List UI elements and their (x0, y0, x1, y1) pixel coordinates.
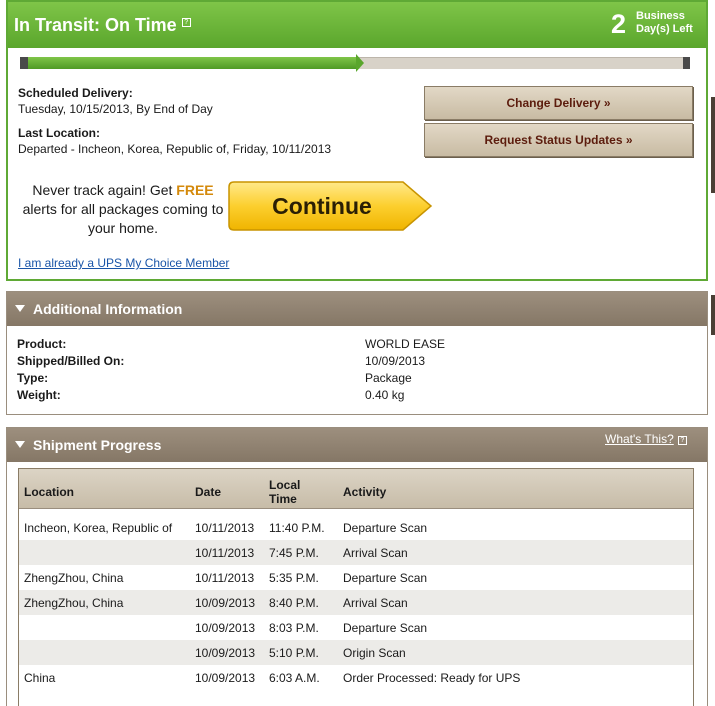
days-left-count: 2 (611, 9, 627, 39)
row-time: 5:35 P.M. (269, 571, 319, 585)
whats-this-link[interactable]: What's This?? (605, 432, 687, 446)
shipped-on-value: 10/09/2013 (365, 354, 426, 368)
shipment-progress-table: Location Date Local Time Activity Incheo… (18, 468, 694, 706)
row-date: 10/11/2013 (195, 546, 255, 560)
help-icon[interactable]: ? (181, 18, 191, 27)
status-title: In Transit: On Time? (14, 15, 191, 36)
table-row: 10/11/2013 7:45 P.M. Arrival Scan (19, 540, 693, 565)
progress-arrow-icon (356, 54, 364, 72)
row-time: 8:03 P.M. (269, 621, 319, 635)
row-location: ZhengZhou, China (24, 571, 124, 585)
column-header-location: Location (24, 485, 74, 499)
whats-this-text: What's This? (605, 432, 674, 446)
type-value: Package (365, 371, 412, 385)
product-label: Product: (17, 337, 67, 351)
help-icon: ? (677, 436, 687, 445)
row-location: China (24, 671, 56, 685)
row-time: 11:40 P.M. (269, 521, 325, 535)
table-row: 10/09/2013 8:03 P.M. Departure Scan (19, 615, 693, 640)
last-location-value: Departed - Incheon, Korea, Republic of, … (18, 142, 332, 156)
row-date: 10/09/2013 (195, 596, 256, 610)
table-row: ZhengZhou, China 10/09/2013 8:40 P.M. Ar… (19, 590, 693, 615)
row-activity: Departure Scan (343, 521, 428, 535)
row-location: Incheon, Korea, Republic of (24, 521, 173, 535)
progress-start-cap (20, 57, 28, 69)
scheduled-delivery-value: Tuesday, 10/15/2013, By End of Day (18, 102, 213, 116)
table-row: China 10/09/2013 6:03 A.M. Order Process… (19, 665, 693, 690)
last-location-label: Last Location: (18, 126, 101, 140)
shipment-progress-title: Shipment Progress (33, 437, 162, 453)
additional-info-header[interactable]: Additional Information (7, 292, 707, 326)
collapse-triangle-icon (15, 441, 25, 448)
table-row: 10/09/2013 5:10 P.M. Origin Scan (19, 640, 693, 665)
row-activity: Departure Scan (343, 571, 428, 585)
days-left-label-line1: Business (636, 10, 685, 22)
shipment-progress-panel: Shipment Progress What's This?? Location… (6, 427, 708, 706)
row-activity: Origin Scan (343, 646, 406, 660)
row-activity: Departure Scan (343, 621, 428, 635)
row-date: 10/09/2013 (195, 621, 256, 635)
column-header-date: Date (195, 485, 222, 499)
row-time: 6:03 A.M. (269, 671, 320, 685)
weight-value: 0.40 kg (365, 388, 405, 402)
shipped-on-label: Shipped/Billed On: (17, 354, 125, 368)
side-strip-upper (711, 97, 715, 193)
row-activity: Arrival Scan (343, 596, 408, 610)
days-left-label-line2: Day(s) Left (636, 23, 693, 35)
row-activity: Order Processed: Ready for UPS (343, 671, 521, 685)
request-status-updates-button[interactable]: Request Status Updates » (424, 123, 693, 157)
additional-info-title: Additional Information (33, 301, 183, 317)
row-time: 5:10 P.M. (269, 646, 319, 660)
status-header: In Transit: On Time? 2 Business Day(s) L… (8, 2, 706, 48)
table-row: Incheon, Korea, Republic of 10/11/2013 1… (19, 515, 693, 540)
side-strip-lower (711, 295, 715, 335)
row-date: 10/11/2013 (195, 521, 255, 535)
status-panel: In Transit: On Time? 2 Business Day(s) L… (6, 0, 708, 281)
promo-free-word: FREE (176, 182, 214, 198)
row-location: ZhengZhou, China (24, 596, 124, 610)
days-left-label: Business Day(s) Left (636, 10, 693, 36)
status-title-text: In Transit: On Time (14, 15, 177, 35)
additional-info-panel: Additional Information Product: WORLD EA… (6, 291, 708, 415)
row-date: 10/11/2013 (195, 571, 255, 585)
promo-text-start: Never track again! Get (32, 182, 177, 198)
column-header-local-time-line2: Time (269, 492, 297, 506)
collapse-triangle-icon (15, 305, 25, 312)
row-time: 7:45 P.M. (269, 546, 319, 560)
scheduled-delivery-label: Scheduled Delivery: (18, 86, 133, 100)
continue-button[interactable]: Continue (228, 181, 433, 231)
progress-end-cap (683, 57, 690, 69)
promo-text: Never track again! Get FREE alerts for a… (18, 181, 228, 238)
continue-label: Continue (272, 193, 372, 219)
column-header-local-time: Local Time (269, 478, 300, 506)
promo-text-end: alerts for all packages coming to your h… (22, 201, 224, 236)
my-choice-member-link[interactable]: I am already a UPS My Choice Member (18, 256, 229, 270)
row-date: 10/09/2013 (195, 646, 256, 660)
row-time: 8:40 P.M. (269, 596, 319, 610)
progress-fill (28, 57, 356, 69)
product-value: WORLD EASE (365, 337, 446, 351)
table-header: Location Date Local Time Activity (19, 469, 693, 509)
row-date: 10/09/2013 (195, 671, 256, 685)
shipment-progress-header[interactable]: Shipment Progress What's This?? (7, 428, 707, 462)
row-activity: Arrival Scan (343, 546, 408, 560)
weight-label: Weight: (17, 388, 61, 402)
table-row: ZhengZhou, China 10/11/2013 5:35 P.M. De… (19, 565, 693, 590)
column-header-activity: Activity (343, 485, 387, 499)
type-label: Type: (17, 371, 49, 385)
change-delivery-button[interactable]: Change Delivery » (424, 86, 693, 120)
column-header-local-time-line1: Local (269, 478, 301, 492)
